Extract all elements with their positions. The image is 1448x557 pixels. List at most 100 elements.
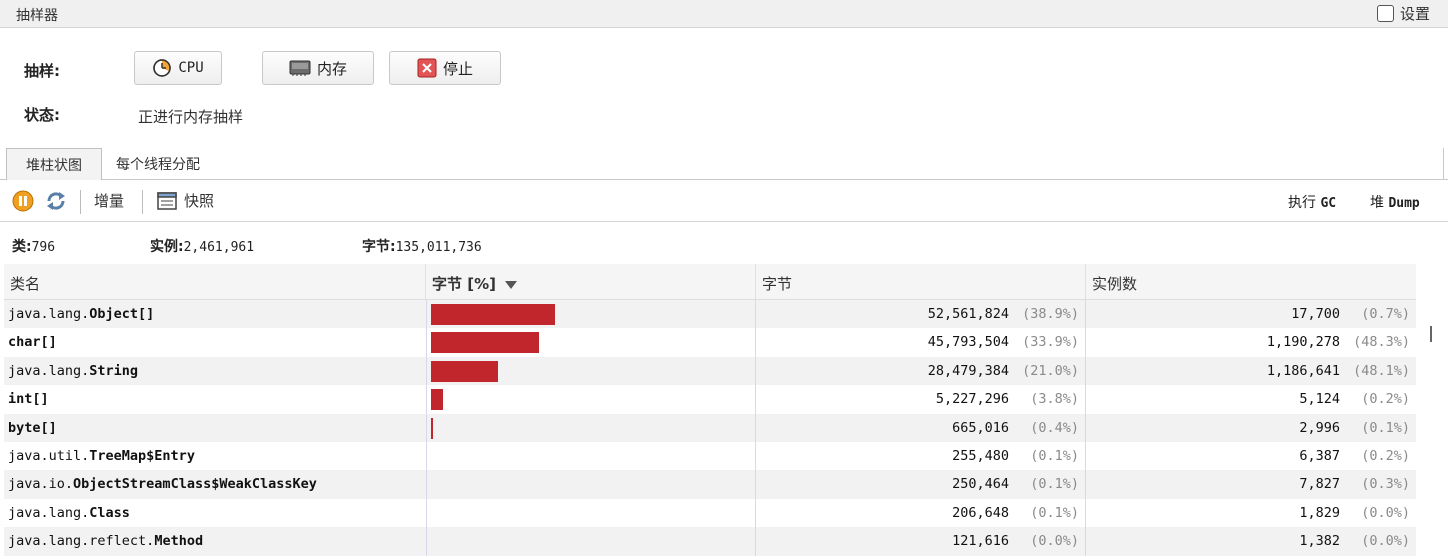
window-titlebar: 抽样器 设置	[0, 0, 1448, 28]
instances-value: 5,124	[1299, 391, 1340, 408]
stop-button[interactable]: 停止	[389, 51, 501, 85]
bytes-pct-cell	[426, 356, 756, 386]
class-package: java.util.	[8, 447, 90, 464]
pause-icon	[12, 190, 34, 212]
bytes-pct-bar	[431, 360, 499, 382]
heap-prefix: 堆	[1370, 195, 1384, 211]
table-row[interactable]: java.io.ObjectStreamClass$WeakClassKey 25…	[4, 470, 1416, 499]
cpu-button-label: CPU	[178, 60, 204, 76]
bytes-label: 字节:	[362, 239, 396, 255]
instances-value: 2,461,961	[183, 240, 255, 255]
snapshot-icon	[157, 191, 177, 210]
instances-cell: 17,700 (0.7%)	[1086, 300, 1416, 328]
table-row[interactable]: java.lang.Class 206,648 (0.1%) 1,829 (0.0%)	[4, 498, 1416, 528]
table-row[interactable]: int[] 5,227,296 (3.8%) 5,124 (0.2%)	[4, 385, 1416, 414]
perform-gc-button[interactable]: 执行 GC	[1288, 192, 1336, 212]
vertical-scrollbar[interactable]	[1416, 264, 1448, 557]
bytes-cell: 5,227,296 (3.8%)	[756, 385, 1086, 414]
window-title: 抽样器	[16, 8, 58, 24]
class-simple-name: String	[89, 362, 139, 379]
bytes-percent: (0.1%)	[1030, 476, 1079, 493]
bytes-pct-bar	[431, 389, 444, 411]
class-simple-name: TreeMap$Entry	[89, 447, 195, 464]
table-row[interactable]: java.lang.Object[] 52,561,824 (38.9%) 17,70…	[4, 300, 1416, 329]
instances-cell: 1,382 (0.0%)	[1086, 527, 1416, 555]
bytes-percent: (33.9%)	[1022, 334, 1079, 351]
table-row[interactable]: java.util.TreeMap$Entry 255,480 (0.1%) 6,38…	[4, 441, 1416, 471]
settings-toggle[interactable]: 设置	[1376, 3, 1430, 24]
refresh-button[interactable]	[44, 190, 68, 212]
scrollbar-thumb[interactable]	[1430, 326, 1432, 342]
snapshot-button[interactable]: 快照	[156, 190, 214, 211]
delta-button[interactable]: 增量	[94, 190, 124, 211]
heap-histogram-table: 类名 字节 [%] 字节 实例数 java.lang.Object[] 52,56…	[4, 264, 1416, 556]
memory-button[interactable]: 内存	[262, 51, 374, 85]
memory-button-label: 内存	[316, 59, 347, 78]
stop-icon	[417, 58, 437, 78]
bytes-value: 5,227,296	[935, 391, 1009, 408]
class-simple-name: byte[]	[8, 419, 57, 436]
bytes-pct-cell	[426, 385, 756, 414]
instances-percent: (0.1%)	[1361, 419, 1410, 436]
instances-value: 7,827	[1299, 476, 1340, 493]
toolbar-separator	[142, 190, 143, 214]
instances-cell: 2,996 (0.1%)	[1086, 414, 1416, 442]
table-row[interactable]: byte[] 665,016 (0.4%) 2,996 (0.1%)	[4, 413, 1416, 442]
bytes-value: 135,011,736	[395, 240, 482, 255]
toolbar-separator	[80, 190, 81, 214]
memory-chip-icon	[289, 60, 311, 76]
instances-value: 1,190,278	[1266, 334, 1340, 351]
tab-per-thread-allocation[interactable]: 每个线程分配	[116, 148, 200, 180]
bytes-cell: 255,480 (0.1%)	[756, 441, 1086, 471]
bytes-percent: (0.1%)	[1030, 504, 1079, 521]
bytes-pct-cell	[426, 300, 756, 329]
bytes-value: 28,479,384	[927, 362, 1009, 379]
instances-cell: 7,827 (0.3%)	[1086, 470, 1416, 498]
instances-percent: (0.3%)	[1361, 476, 1410, 493]
table-row[interactable]: java.lang.String 28,479,384 (21.0%) 1,186,6…	[4, 356, 1416, 386]
column-header-bytes-pct[interactable]: 字节 [%]	[426, 264, 756, 300]
sampling-label: 抽样:	[24, 62, 60, 80]
heap-label: Dump	[1388, 196, 1420, 211]
tab-heap-histogram[interactable]: 堆柱状图	[6, 148, 102, 180]
view-tabs: 堆柱状图 每个线程分配	[0, 148, 1448, 180]
table-row[interactable]: java.lang.reflect.Method 121,616 (0.0%) 1,3…	[4, 527, 1416, 556]
cpu-button[interactable]: CPU	[134, 51, 222, 85]
class-name-cell: java.lang.Class	[8, 499, 424, 527]
bytes-value: 45,793,504	[927, 334, 1009, 351]
instances-value: 1,829	[1299, 504, 1340, 521]
bytes-pct-cell	[426, 328, 756, 357]
instances-value: 6,387	[1299, 447, 1340, 464]
instances-cell: 6,387 (0.2%)	[1086, 442, 1416, 470]
bytes-cell: 45,793,504 (33.9%)	[756, 328, 1086, 357]
table-body: java.lang.Object[] 52,561,824 (38.9%) 17,70…	[4, 300, 1416, 556]
instances-percent: (0.0%)	[1361, 504, 1410, 521]
column-header-class-name[interactable]: 类名	[4, 264, 426, 300]
summary-bytes: 字节:135,011,736	[362, 236, 482, 256]
bytes-cell: 28,479,384 (21.0%)	[756, 356, 1086, 386]
class-simple-name: Method	[154, 533, 204, 550]
instances-value: 1,382	[1299, 533, 1340, 550]
bytes-percent: (38.9%)	[1022, 306, 1079, 322]
instances-cell: 1,186,641 (48.1%)	[1086, 357, 1416, 385]
bytes-value: 52,561,824	[927, 306, 1009, 322]
instances-percent: (0.2%)	[1361, 391, 1410, 408]
column-header-instances[interactable]: 实例数	[1086, 264, 1416, 300]
class-name-cell: byte[]	[8, 414, 424, 442]
class-package: java.lang.	[8, 504, 90, 521]
table-row[interactable]: char[] 45,793,504 (33.9%) 1,190,278 (48.3%)	[4, 328, 1416, 357]
pause-button[interactable]	[12, 190, 34, 212]
class-name-cell: java.io.ObjectStreamClass$WeakClassKey	[8, 470, 424, 498]
gc-label: GC	[1320, 196, 1337, 211]
class-name-cell: java.lang.reflect.Method	[8, 527, 424, 555]
bytes-pct-cell	[426, 527, 756, 556]
heap-dump-button[interactable]: 堆 Dump	[1370, 192, 1420, 212]
bytes-cell: 250,464 (0.1%)	[756, 470, 1086, 499]
instances-cell: 5,124 (0.2%)	[1086, 385, 1416, 413]
settings-checkbox[interactable]	[1376, 5, 1394, 22]
instances-value: 2,996	[1299, 419, 1340, 436]
bytes-pct-cell	[426, 470, 756, 499]
sort-descending-icon	[505, 281, 518, 289]
column-header-bytes[interactable]: 字节	[756, 264, 1086, 300]
bytes-cell: 665,016 (0.4%)	[756, 413, 1086, 442]
